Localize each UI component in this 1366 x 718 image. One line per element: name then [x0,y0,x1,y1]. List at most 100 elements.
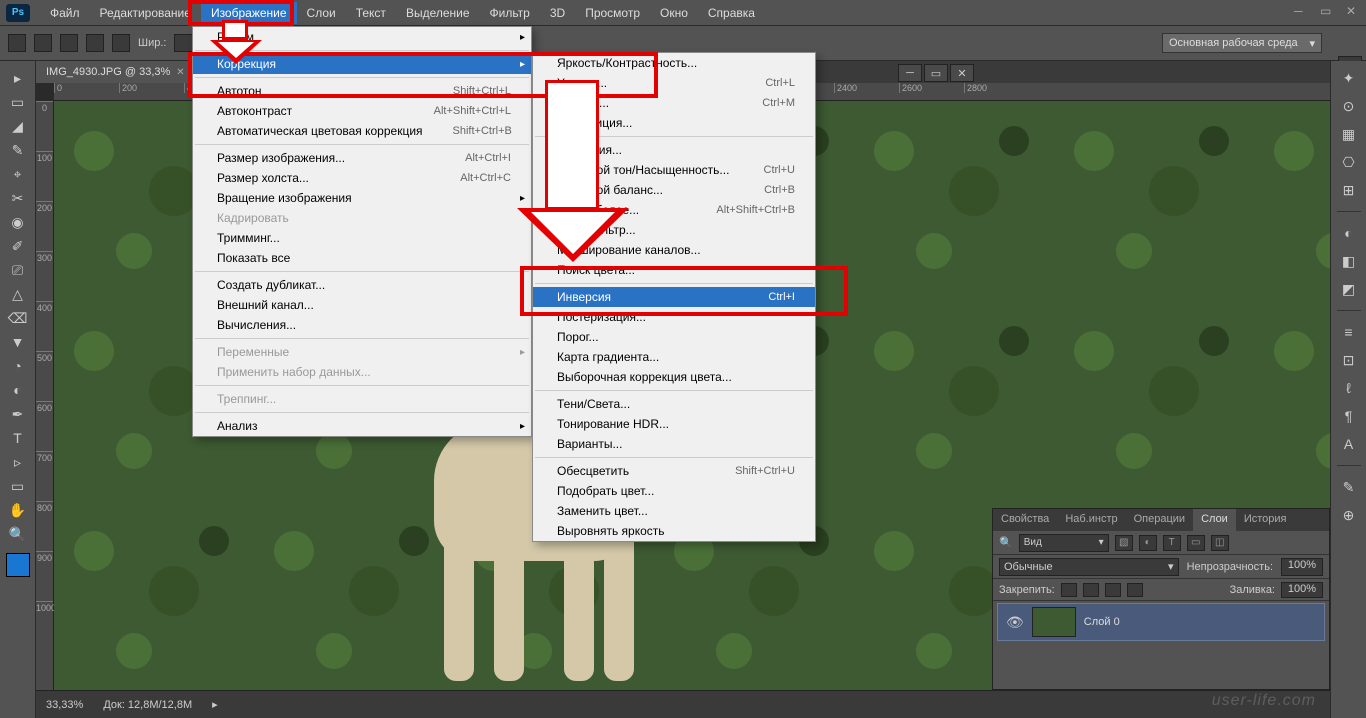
menu-item[interactable]: Внешний канал... [193,295,531,315]
tab-close-icon[interactable]: ✕ [176,67,184,78]
layer-row[interactable]: 👁 Слой 0 [997,603,1325,641]
rt-icon-08[interactable]: ◩ [1336,278,1362,300]
menu-item[interactable]: Анализ [193,416,531,436]
marquee-tool[interactable]: ▭ [5,91,31,113]
path-tool[interactable]: ▹ [5,451,31,473]
pen-tool[interactable]: ✒ [5,403,31,425]
menu-item[interactable]: Кривые...Ctrl+M [533,93,815,113]
menu-layers[interactable]: Слои [297,2,346,24]
menu-window[interactable]: Окно [650,2,698,24]
tab-actions[interactable]: Операции [1126,509,1193,531]
history-brush-tool[interactable]: △ [5,283,31,305]
workspace-selector[interactable]: Основная рабочая среда ▾ [1162,33,1322,53]
lock-all-icon[interactable] [1127,583,1143,597]
tab-history[interactable]: История [1236,509,1295,531]
menu-select[interactable]: Выделение [396,2,480,24]
menu-item[interactable]: Вычисления... [193,315,531,335]
menu-item[interactable]: Микширование каналов... [533,240,815,260]
tab-properties[interactable]: Свойства [993,509,1057,531]
tab-layers[interactable]: Слои [1193,509,1236,531]
lasso-tool[interactable]: ◢ [5,115,31,137]
menu-item[interactable]: Вибрация... [533,140,815,160]
menu-item[interactable]: Тонирование HDR... [533,414,815,434]
doc-close-icon[interactable]: ✕ [950,64,974,82]
rt-icon-02[interactable]: ⊙ [1336,95,1362,117]
color-swatch[interactable] [6,553,30,577]
marquee-mode-add-icon[interactable] [60,34,78,52]
zoom-level[interactable]: 33,33% [46,699,83,711]
menu-item[interactable]: ИнверсияCtrl+I [533,287,815,307]
menu-file[interactable]: Файл [40,2,90,24]
rt-icon-05[interactable]: ⊞ [1336,179,1362,201]
rt-icon-13[interactable]: A [1336,433,1362,455]
lock-position-icon[interactable] [1105,583,1121,597]
menu-item[interactable]: Постеризация... [533,307,815,327]
status-arrow-icon[interactable]: ▸ [212,698,218,711]
rt-icon-04[interactable]: ⎔ [1336,151,1362,173]
tool-preset-icon[interactable] [8,34,26,52]
menu-view[interactable]: Просмотр [575,2,650,24]
menu-item[interactable]: Поиск цвета... [533,260,815,280]
menu-item[interactable]: Заменить цвет... [533,501,815,521]
visibility-icon[interactable]: 👁 [1006,614,1024,631]
lock-transparent-icon[interactable] [1061,583,1077,597]
menu-item[interactable]: Черно-белое...Alt+Shift+Ctrl+B [533,200,815,220]
menu-item[interactable]: Размер холста...Alt+Ctrl+C [193,168,531,188]
zoom-tool[interactable]: 🔍 [5,523,31,545]
menu-item[interactable]: Показать все [193,248,531,268]
heal-tool[interactable]: ◉ [5,211,31,233]
filter-type-select[interactable]: Вид▾ [1019,534,1109,552]
document-tab[interactable]: IMG_4930.JPG @ 33,3% ✕ [36,61,196,83]
stamp-tool[interactable]: ⎚ [5,259,31,281]
menu-edit[interactable]: Редактирование [90,2,201,24]
rt-icon-01[interactable]: ✦ [1336,67,1362,89]
layer-name[interactable]: Слой 0 [1084,616,1120,628]
menu-item[interactable]: Варианты... [533,434,815,454]
rt-icon-03[interactable]: ▦ [1336,123,1362,145]
minimize-icon[interactable]: ─ [1294,4,1308,16]
quick-select-tool[interactable]: ✎ [5,139,31,161]
doc-minimize-icon[interactable]: ─ [898,64,922,82]
marquee-mode-new-icon[interactable] [34,34,52,52]
menu-item[interactable]: Уровни...Ctrl+L [533,73,815,93]
rt-icon-11[interactable]: ℓ [1336,377,1362,399]
rt-icon-07[interactable]: ◧ [1336,250,1362,272]
menu-item[interactable]: АвтоконтрастAlt+Shift+Ctrl+L [193,101,531,121]
rt-icon-12[interactable]: ¶ [1336,405,1362,427]
rt-icon-14[interactable]: ✎ [1336,476,1362,498]
filter-smart-icon[interactable]: ◫ [1211,535,1229,551]
shape-tool[interactable]: ▭ [5,475,31,497]
maximize-icon[interactable]: ▭ [1320,4,1334,16]
menu-3d[interactable]: 3D [540,2,575,24]
menu-item[interactable]: Выборочная коррекция цвета... [533,367,815,387]
menu-help[interactable]: Справка [698,2,765,24]
layer-thumbnail[interactable] [1032,607,1076,637]
menu-item[interactable]: Создать дубликат... [193,275,531,295]
menu-item[interactable]: ОбесцветитьShift+Ctrl+U [533,461,815,481]
menu-item[interactable]: Фотофильтр... [533,220,815,240]
tab-tool-presets[interactable]: Наб.инстр [1057,509,1125,531]
menu-item[interactable]: Цветовой тон/Насыщенность...Ctrl+U [533,160,815,180]
menu-item[interactable]: Порог... [533,327,815,347]
eyedropper-tool[interactable]: ✂ [5,187,31,209]
menu-item[interactable]: Тримминг... [193,228,531,248]
hand-tool[interactable]: ✋ [5,499,31,521]
opacity-input[interactable]: 100% [1281,558,1323,576]
menu-item[interactable]: Яркость/Контрастность... [533,53,815,73]
rt-icon-09[interactable]: ≡ [1336,321,1362,343]
menu-item[interactable]: Карта градиента... [533,347,815,367]
menu-item[interactable]: Экспозиция... [533,113,815,133]
close-icon[interactable]: ✕ [1346,4,1360,16]
menu-filter[interactable]: Фильтр [480,2,540,24]
eraser-tool[interactable]: ⌫ [5,307,31,329]
menu-item[interactable]: Подобрать цвет... [533,481,815,501]
menu-text[interactable]: Текст [346,2,396,24]
menu-item[interactable]: Тени/Света... [533,394,815,414]
menu-item[interactable]: Автоматическая цветовая коррекцияShift+C… [193,121,531,141]
marquee-mode-sub-icon[interactable] [86,34,104,52]
marquee-mode-intersect-icon[interactable] [112,34,130,52]
filter-adjust-icon[interactable]: ◐ [1139,535,1157,551]
filter-type-icon[interactable]: T [1163,535,1181,551]
fill-input[interactable]: 100% [1281,582,1323,598]
menu-item[interactable]: Режим [193,27,531,47]
